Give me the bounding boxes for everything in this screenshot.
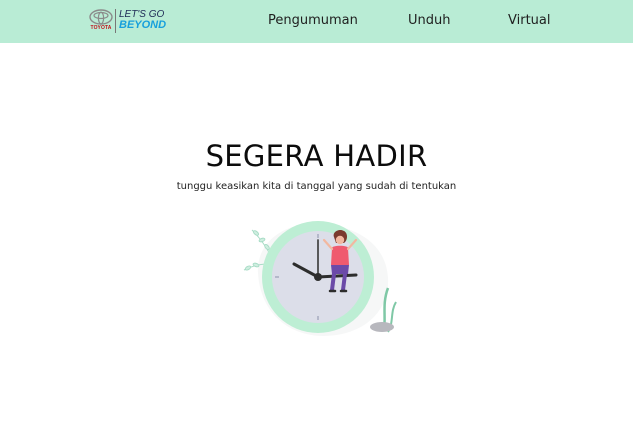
tagline-line-2: BEYOND [119, 19, 167, 31]
toyota-emblem-icon [89, 9, 113, 25]
navbar: TOYOTA LET'S GO BEYOND Pengumuman Unduh … [0, 0, 633, 43]
logo-divider [115, 9, 116, 33]
page-title: SEGERA HADIR [205, 139, 428, 173]
logo[interactable]: TOYOTA LET'S GO BEYOND [88, 8, 168, 36]
nav-link-pengumuman[interactable]: Pengumuman [268, 12, 358, 30]
brand-name: TOYOTA [90, 25, 112, 31]
page-subtitle: tunggu keasikan kita di tanggal yang sud… [176, 181, 457, 192]
clock-waiting-woman-illustration [243, 221, 397, 336]
nav-link-virtual[interactable]: Virtual [508, 12, 550, 30]
nav-link-unduh[interactable]: Unduh [408, 12, 451, 30]
